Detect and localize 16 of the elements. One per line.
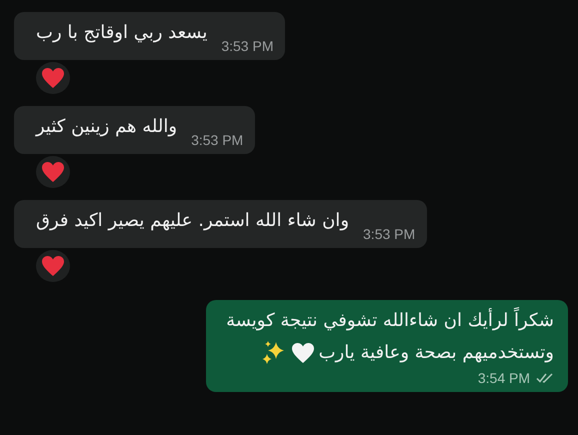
message-text: شكراً لرأيك ان شاءالله تشوفي نتيجة كويسة: [226, 308, 554, 334]
heart-icon: [290, 342, 315, 364]
message-text: يسعد ربي اوقاتج با رب: [36, 21, 208, 45]
message-time: 3:54 PM: [478, 370, 530, 386]
heart-icon: [41, 255, 65, 277]
message-text: والله هم زينين كثير: [36, 115, 178, 139]
reaction-badge[interactable]: [36, 62, 70, 94]
message-time: 3:53 PM: [363, 226, 416, 242]
heart-icon: [41, 67, 65, 89]
heart-icon: [41, 161, 65, 183]
message-time: 3:53 PM: [221, 38, 274, 54]
message-text: وان شاء الله استمر. عليهم يصير اكيد فرق: [36, 209, 350, 233]
message-time: 3:53 PM: [191, 132, 244, 148]
reaction-badge[interactable]: [36, 250, 70, 282]
message-text: وتستخدميهم بصحة وعافية يارب: [318, 341, 554, 365]
reaction-badge[interactable]: [36, 156, 70, 188]
